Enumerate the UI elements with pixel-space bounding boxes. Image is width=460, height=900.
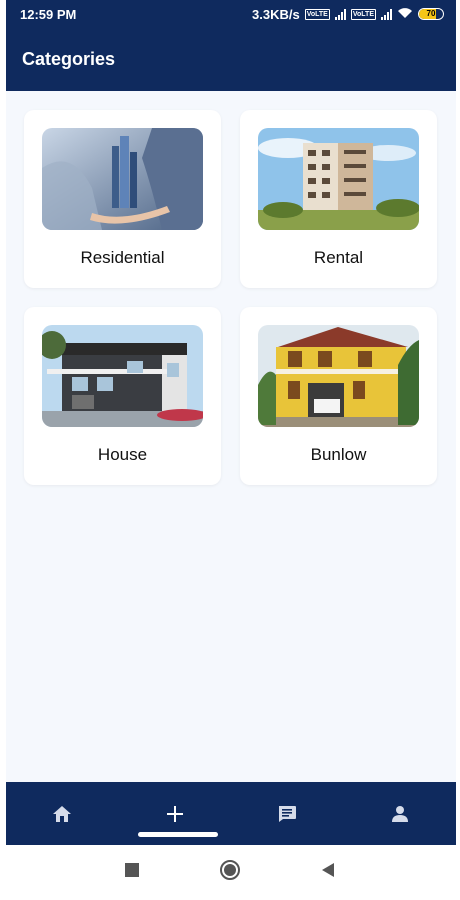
nav-messages[interactable] [267, 794, 307, 834]
message-icon [279, 805, 297, 822]
status-time: 12:59 PM [20, 6, 77, 22]
nav-add[interactable] [155, 794, 195, 834]
rental-image [258, 128, 419, 230]
recents-button[interactable] [125, 863, 139, 882]
square-icon [125, 863, 139, 877]
category-label: Residential [80, 248, 165, 267]
signal-icon-2 [381, 8, 392, 20]
category-label: Bunlow [310, 445, 367, 464]
active-tab-indicator [138, 832, 218, 837]
signal-icon [334, 8, 346, 20]
home-system-button[interactable] [219, 859, 241, 886]
system-nav-bar [0, 845, 460, 900]
status-bar: 12:59 PM 3.3KB/s VoLTE VoLTE 70 [6, 0, 456, 28]
bottom-nav [6, 782, 456, 845]
house-image [42, 325, 203, 427]
category-label: House [97, 445, 148, 464]
volte-icon-2: VoLTE [350, 8, 376, 20]
network-speed: 3.3KB/s [252, 6, 300, 22]
category-label: Rental [313, 248, 364, 267]
bunlow-image [258, 325, 419, 427]
categories-grid: Residential Rental House Bunlow [6, 91, 456, 782]
home-icon [53, 805, 72, 822]
volte-icon: VoLTE [304, 8, 330, 20]
category-card-bunlow[interactable]: Bunlow [240, 307, 437, 485]
category-card-house[interactable]: House [24, 307, 221, 485]
plus-icon [166, 805, 183, 822]
nav-home[interactable] [42, 794, 82, 834]
nav-profile[interactable] [380, 794, 420, 834]
person-icon [391, 805, 408, 822]
category-card-rental[interactable]: Rental [240, 110, 437, 288]
status-icons: 3.3KB/s VoLTE VoLTE 70 [252, 7, 444, 22]
category-card-residential[interactable]: Residential [24, 110, 221, 288]
app-bar: Categories [6, 28, 456, 91]
wifi-icon [397, 7, 413, 22]
back-button[interactable] [321, 862, 335, 883]
back-triangle-icon [322, 863, 334, 877]
circle-icon [220, 860, 240, 880]
page-title: Categories [22, 49, 116, 69]
battery-icon: 70 [418, 8, 444, 20]
residential-image [42, 128, 203, 230]
